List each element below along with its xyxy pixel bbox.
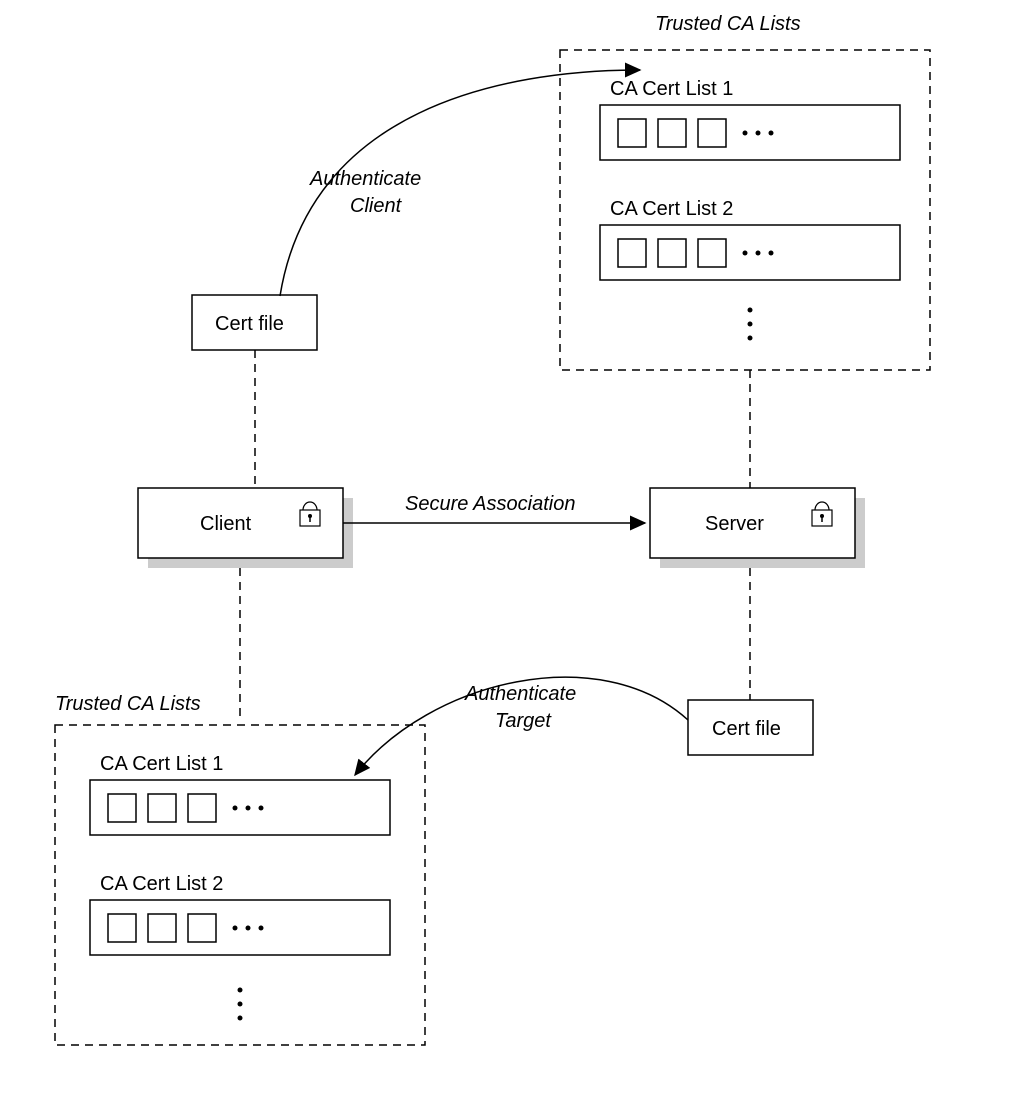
ca-cert-list2-bottom-label: CA Cert List 2 — [100, 873, 223, 895]
trusted-bottom-vdots — [238, 988, 243, 1021]
cert-file-top-label: Cert file — [215, 313, 284, 335]
ca-cert-list1-bottom-label: CA Cert List 1 — [100, 753, 223, 775]
authenticate-target-label-2: Target — [495, 710, 552, 732]
cert-file-bottom-label: Cert file — [712, 718, 781, 740]
ca-cert-list1-top — [600, 105, 900, 160]
authenticate-client-label-1: Authenticate — [309, 168, 421, 190]
secure-association-label: Secure Association — [405, 493, 575, 515]
client-label: Client — [200, 513, 252, 535]
authenticate-target-label-1: Authenticate — [464, 683, 576, 705]
trusted-top-vdots — [748, 308, 753, 341]
authenticate-client-label-2: Client — [350, 195, 403, 217]
ca-cert-list1-top-label: CA Cert List 1 — [610, 78, 733, 100]
ca-cert-list1-bottom — [90, 780, 390, 835]
trusted-ca-lists-top-title: Trusted CA Lists — [655, 13, 801, 35]
ca-cert-list2-top-label: CA Cert List 2 — [610, 198, 733, 220]
trusted-ca-lists-bottom-title: Trusted CA Lists — [55, 693, 201, 715]
ca-cert-list2-bottom — [90, 900, 390, 955]
server-label: Server — [705, 513, 764, 535]
ca-cert-list2-top — [600, 225, 900, 280]
